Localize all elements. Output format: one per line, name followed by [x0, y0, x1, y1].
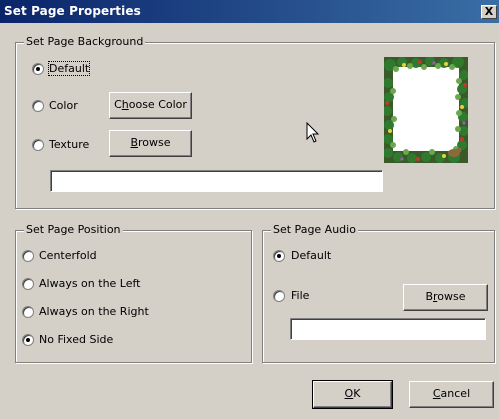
- choose-color-label-mnemonic: h: [121, 98, 129, 111]
- texture-path-input[interactable]: [50, 170, 383, 192]
- texture-browse-label-mnemonic: B: [130, 136, 139, 149]
- audio-default-label[interactable]: Default: [291, 249, 331, 262]
- ok-label-mnemonic: O: [344, 387, 354, 400]
- position-no-fixed-side-radio[interactable]: [22, 334, 34, 346]
- position-centerfold-radio[interactable]: [22, 250, 34, 262]
- close-button[interactable]: X: [481, 5, 497, 19]
- position-left-radio[interactable]: [22, 278, 34, 290]
- ok-label-post: K: [353, 387, 361, 400]
- audio-browse-label-post: owse: [437, 290, 466, 303]
- background-color-radio[interactable]: [32, 100, 44, 112]
- audio-file-radio[interactable]: [273, 290, 285, 302]
- audio-file-label[interactable]: File: [291, 289, 309, 302]
- position-right-label[interactable]: Always on the Right: [39, 305, 149, 318]
- choose-color-label-post: oose Color: [128, 98, 187, 111]
- audio-browse-button[interactable]: Browse: [403, 284, 488, 311]
- background-default-label[interactable]: Default: [47, 61, 91, 76]
- background-texture-label[interactable]: Texture: [49, 138, 89, 151]
- position-no-fixed-side-label[interactable]: No Fixed Side: [39, 333, 113, 346]
- choose-color-button[interactable]: Choose Color: [109, 92, 192, 119]
- cancel-button[interactable]: Cancel: [409, 381, 494, 408]
- texture-browse-button[interactable]: Browse: [109, 130, 192, 157]
- background-default-radio[interactable]: [32, 63, 44, 75]
- ok-button[interactable]: OK: [312, 380, 393, 409]
- audio-default-radio[interactable]: [273, 250, 285, 262]
- cancel-label-mnemonic: C: [432, 387, 441, 400]
- mouse-pointer-icon: [306, 121, 320, 144]
- position-right-radio[interactable]: [22, 306, 34, 318]
- choose-color-label-pre: C: [114, 98, 122, 111]
- page-audio-legend: Set Page Audio: [271, 223, 358, 236]
- background-color-label[interactable]: Color: [49, 99, 78, 112]
- audio-browse-label-pre: B: [425, 290, 434, 303]
- page-background-legend: Set Page Background: [24, 35, 146, 48]
- close-icon: X: [484, 5, 494, 18]
- position-centerfold-label[interactable]: Centerfold: [39, 249, 97, 262]
- window-title: Set Page Properties: [4, 4, 141, 18]
- audio-file-path-input[interactable]: [290, 318, 486, 340]
- page-background-preview-image: [382, 56, 470, 163]
- background-texture-radio[interactable]: [32, 139, 44, 151]
- floral-frame-icon: [382, 56, 470, 163]
- title-bar[interactable]: Set Page Properties X: [0, 0, 499, 23]
- page-position-legend: Set Page Position: [24, 223, 123, 236]
- cancel-label-post: ancel: [440, 387, 471, 400]
- texture-browse-label-post: rowse: [138, 136, 171, 149]
- position-left-label[interactable]: Always on the Left: [39, 277, 141, 290]
